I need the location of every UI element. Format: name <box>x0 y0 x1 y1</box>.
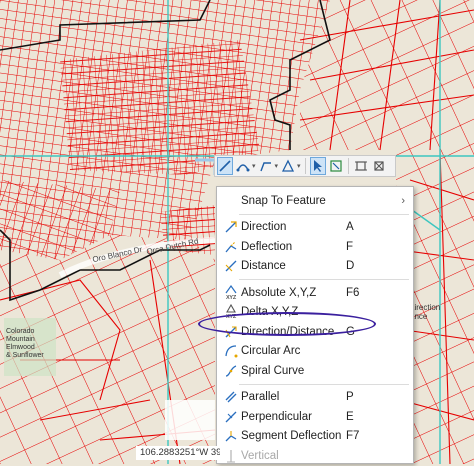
menu-item-label: Distance <box>241 260 286 273</box>
menu-item-deflection[interactable]: Deflection F <box>217 237 413 257</box>
menu-item-label: Direction <box>241 221 287 234</box>
place-label-line: Elmwood <box>6 344 35 351</box>
absolute-xyz-icon: XYZ <box>223 284 239 301</box>
place-label: Colorado Mountain Elmwood & Sunflower <box>6 328 44 360</box>
direction-distance-icon <box>223 324 239 340</box>
menu-item-shortcut: F6 <box>346 286 360 299</box>
context-menu: Snap To Feature › Direction A Deflection… <box>216 186 414 464</box>
polygon-icon[interactable] <box>280 157 296 175</box>
snap-cross-icon[interactable] <box>371 157 387 175</box>
menu-item-label: Perpendicular <box>241 410 312 423</box>
menu-separator <box>239 213 409 215</box>
segment-deflection-icon <box>223 428 239 444</box>
select-vertex-icon[interactable] <box>328 157 344 175</box>
toolbar-separator <box>347 158 349 174</box>
vertical-icon <box>223 448 239 464</box>
distance-icon <box>223 258 239 274</box>
menu-item-shortcut: P <box>346 391 354 404</box>
menu-item-absolute-xyz[interactable]: XYZ Absolute X,Y,Z F6 <box>217 283 413 303</box>
menu-separator <box>239 279 409 280</box>
menu-item-segment-deflection[interactable]: Segment Deflection F7 <box>217 427 413 447</box>
menu-separator <box>239 383 409 385</box>
place-label-line: Mountain <box>6 336 35 343</box>
map-label-right: Lirection ance <box>410 303 440 321</box>
menu-item-label: Segment Deflection <box>241 430 342 443</box>
toolbar-separator <box>304 158 306 174</box>
select-pointer-icon[interactable] <box>309 157 326 175</box>
menu-item-label: Spiral Curve <box>241 364 305 377</box>
line-icon[interactable] <box>217 157 233 175</box>
chevron-down-icon[interactable]: ▾ <box>297 162 301 170</box>
polyline-icon[interactable] <box>258 157 274 175</box>
map-label-line: ance <box>410 312 428 321</box>
chevron-down-icon[interactable]: ▾ <box>275 162 279 170</box>
menu-item-direction[interactable]: Direction A <box>217 218 413 238</box>
arc-icon[interactable] <box>235 157 251 175</box>
menu-item-label: Snap To Feature <box>241 194 326 207</box>
menu-item-shortcut: A <box>346 221 354 234</box>
chevron-down-icon[interactable]: ▾ <box>252 162 256 170</box>
perpendicular-icon <box>223 409 239 425</box>
construction-toolbar: ▾ ▾ ▾ <box>214 155 396 177</box>
menu-item-delta-xyz[interactable]: XYZ Delta X,Y,Z <box>217 303 413 323</box>
menu-item-vertical: Vertical <box>217 446 413 466</box>
menu-item-shortcut: F <box>346 240 354 253</box>
snap-square-icon[interactable] <box>353 157 369 175</box>
menu-item-spiral-curve[interactable]: Spiral Curve <box>217 361 413 381</box>
delta-xyz-icon: XYZ <box>223 304 239 320</box>
menu-item-label: Delta X,Y,Z <box>241 306 299 319</box>
menu-item-shortcut: F7 <box>346 430 360 443</box>
menu-item-shortcut: D <box>346 260 355 273</box>
place-label-line: Colorado <box>6 328 35 335</box>
spiral-curve-icon <box>223 363 239 379</box>
menu-item-shortcut: E <box>346 410 354 423</box>
place-label-line: & Sunflower <box>6 352 44 359</box>
menu-item-label: Absolute X,Y,Z <box>241 286 317 299</box>
status-coordinates: 106.2883251°W 39.3 <box>136 446 220 460</box>
deflection-icon <box>223 239 239 255</box>
menu-item-perpendicular[interactable]: Perpendicular E <box>217 407 413 427</box>
menu-item-direction-distance[interactable]: Direction/Distance G <box>217 322 413 342</box>
menu-item-parallel[interactable]: Parallel P <box>217 388 413 408</box>
menu-item-circular-arc[interactable]: Circular Arc <box>217 342 413 362</box>
parallel-icon <box>223 389 239 405</box>
menu-item-label: Parallel <box>241 391 280 404</box>
direction-icon <box>223 219 239 235</box>
menu-item-shortcut: G <box>346 325 355 338</box>
menu-item-label: Vertical <box>241 449 279 462</box>
menu-item-snap-to-feature[interactable]: Snap To Feature › <box>217 191 413 211</box>
menu-item-label: Circular Arc <box>241 345 301 358</box>
menu-item-label: Direction/Distance <box>241 325 335 338</box>
menu-item-distance[interactable]: Distance D <box>217 257 413 277</box>
circular-arc-icon <box>223 343 239 359</box>
menu-item-label: Deflection <box>241 240 293 253</box>
map-label-line: Lirection <box>410 303 441 312</box>
chevron-right-icon: › <box>401 194 405 207</box>
